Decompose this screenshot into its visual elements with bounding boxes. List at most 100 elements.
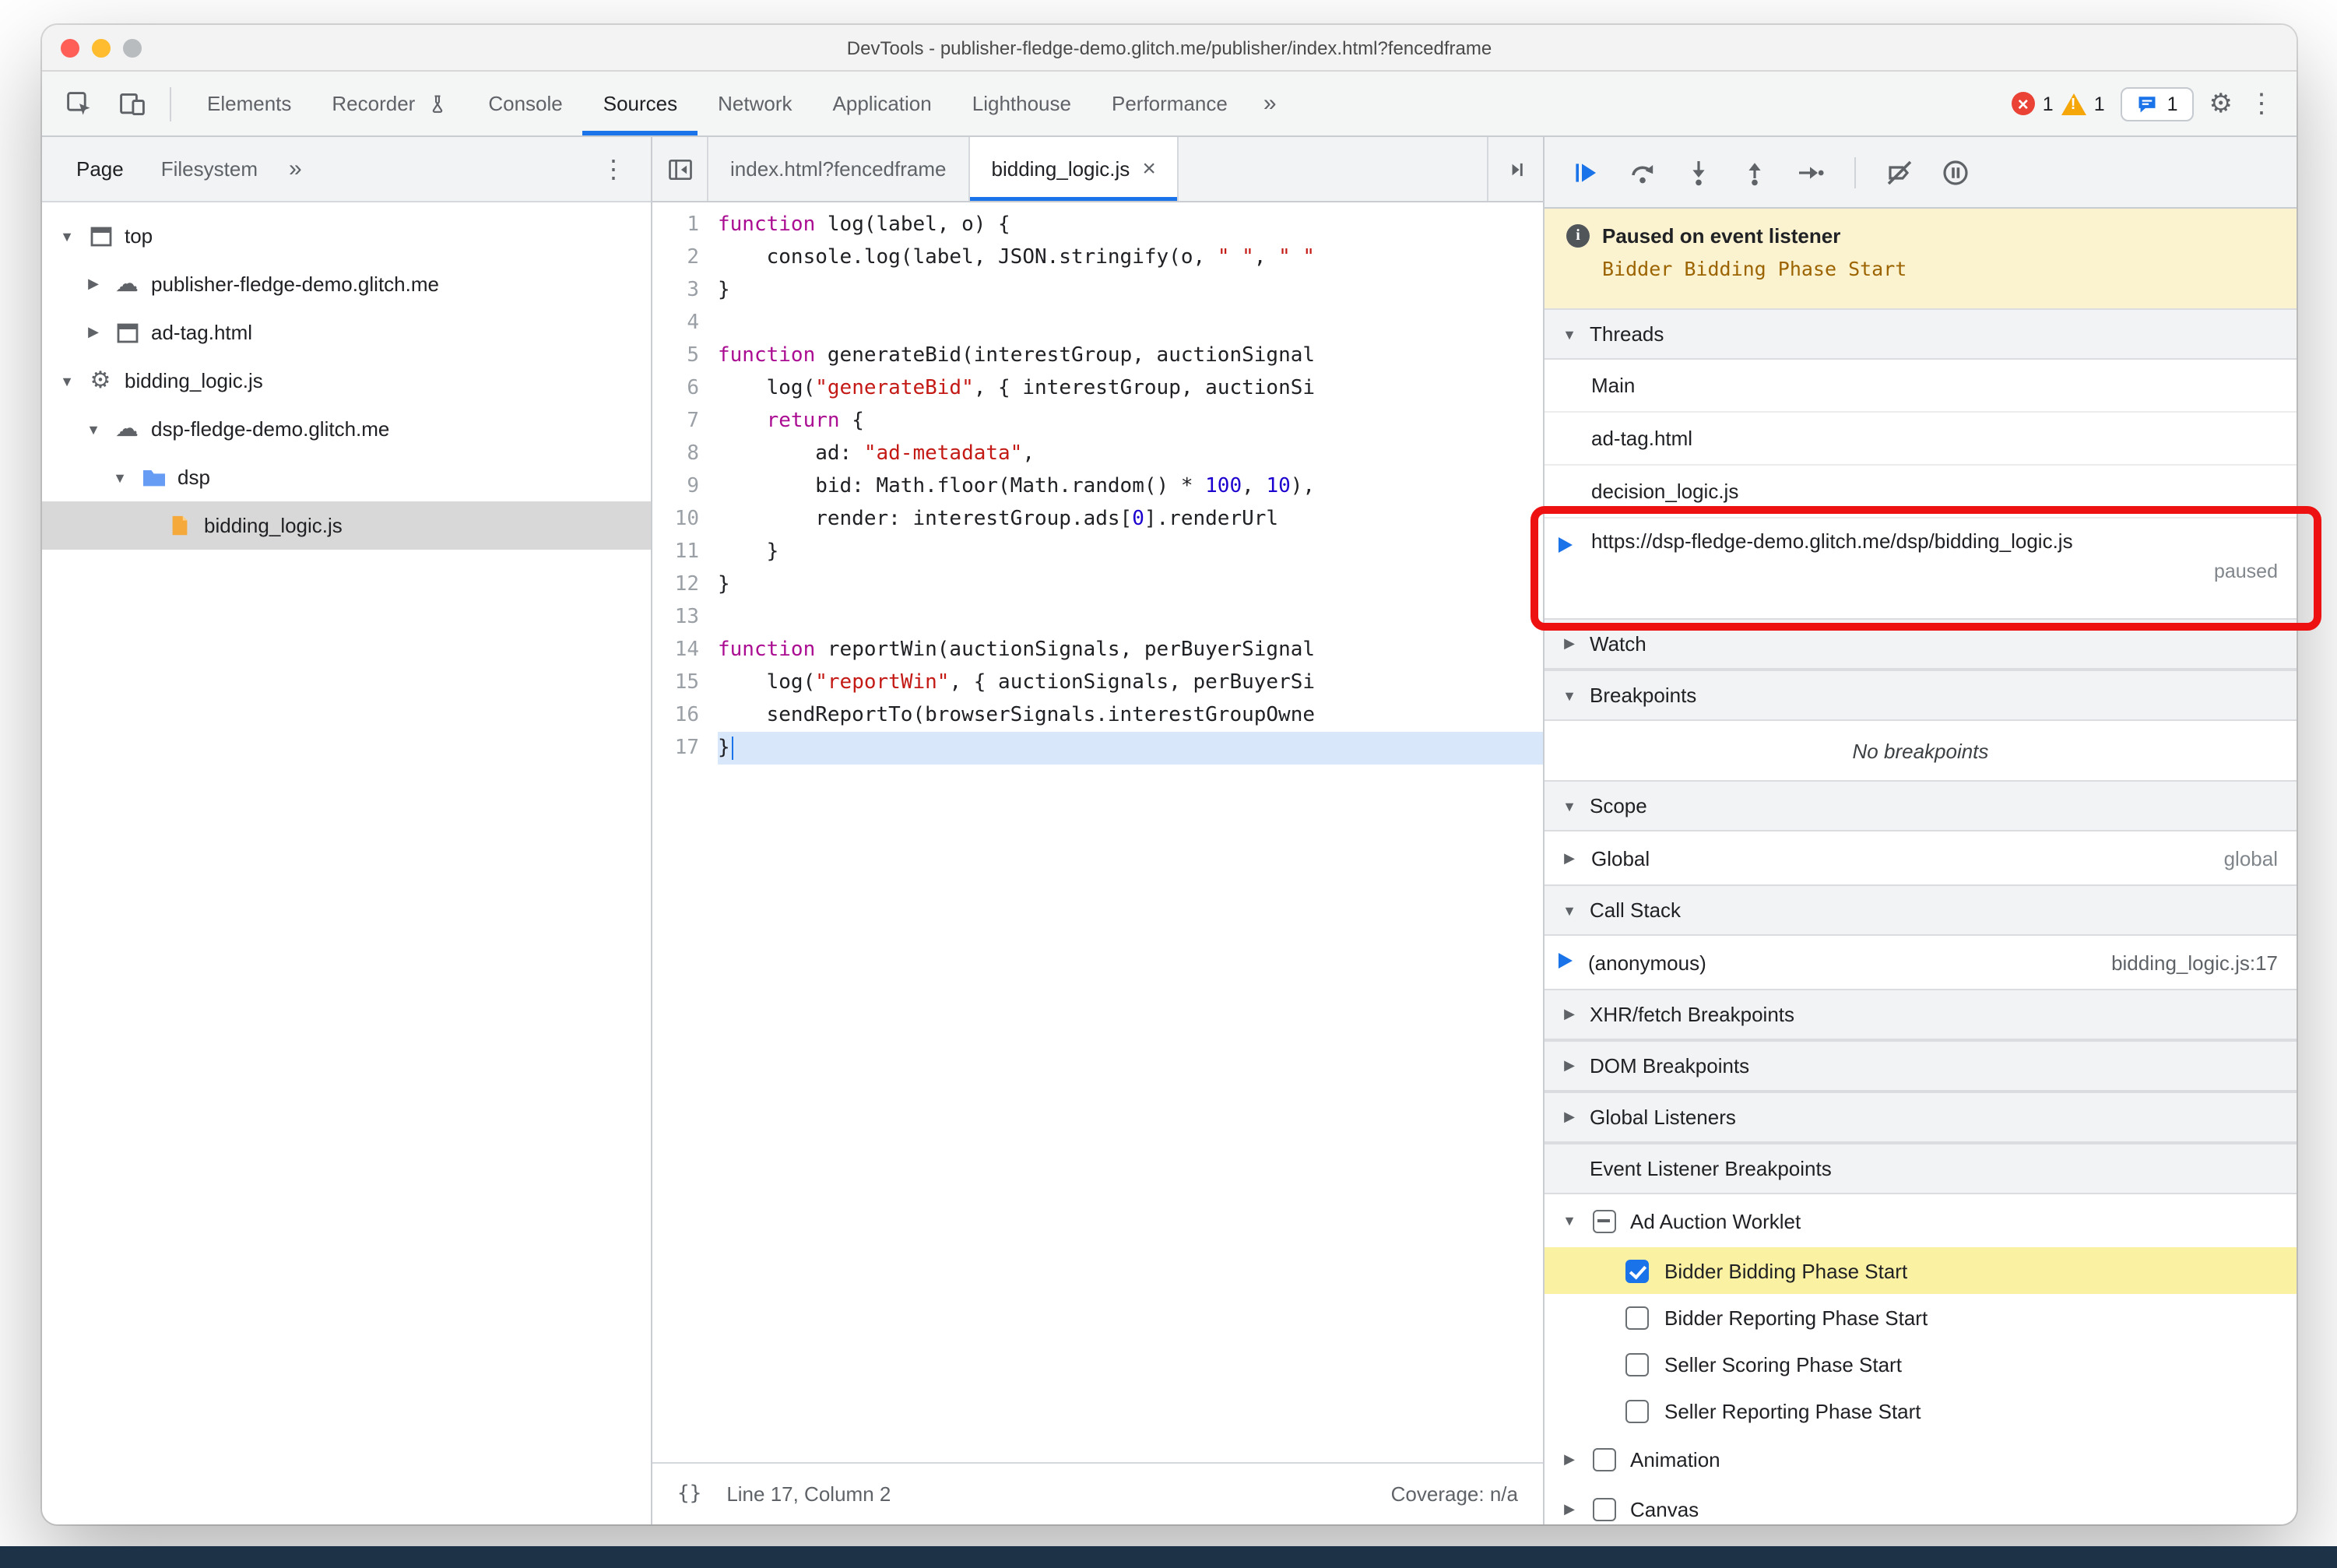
code-text[interactable]: sendReportTo(browserSignals.interestGrou…	[718, 699, 1543, 732]
device-toolbar-button[interactable]	[111, 82, 154, 125]
line-number[interactable]: 10	[652, 503, 718, 536]
code-line[interactable]: 8 ad: "ad-metadata",	[652, 438, 1543, 470]
tab-bidding-logic[interactable]: bidding_logic.js ×	[969, 137, 1179, 201]
global-listeners-section-header[interactable]: ▶ Global Listeners	[1545, 1092, 2297, 1143]
breakpoint-checkbox[interactable]	[1625, 1352, 1649, 1376]
line-number[interactable]: 17	[652, 732, 718, 765]
breakpoints-section-header[interactable]: ▼ Breakpoints	[1545, 670, 2297, 721]
elb-group-animation[interactable]: ▶ Animation	[1545, 1434, 2297, 1484]
tab-recorder[interactable]: Recorder	[311, 72, 468, 135]
tab-network[interactable]: Network	[698, 72, 812, 135]
watch-section-header[interactable]: ▶ Watch	[1545, 618, 2297, 670]
code-text[interactable]: }	[718, 732, 1543, 765]
chevron-right-icon[interactable]: ▶	[84, 324, 103, 341]
line-number[interactable]: 13	[652, 601, 718, 634]
ad-auction-worklet-checkbox[interactable]	[1593, 1209, 1616, 1232]
thread-decision-logic[interactable]: decision_logic.js	[1545, 466, 2297, 519]
elb-item-bidder-reporting-phase-start[interactable]: Bidder Reporting Phase Start	[1545, 1294, 2297, 1341]
tab-page[interactable]: Page	[58, 137, 142, 201]
elb-group-ad-auction-worklet[interactable]: ▼ Ad Auction Worklet	[1545, 1194, 2297, 1247]
tab-performance[interactable]: Performance	[1091, 72, 1248, 135]
code-text[interactable]: function generateBid(interestGroup, auct…	[718, 339, 1543, 372]
code-text[interactable]: }	[718, 536, 1543, 568]
line-number[interactable]: 15	[652, 666, 718, 699]
zoom-window-button[interactable]	[123, 38, 142, 57]
line-number[interactable]: 1	[652, 209, 718, 241]
code-line[interactable]: 17}	[652, 732, 1543, 765]
code-line[interactable]: 16 sendReportTo(browserSignals.interestG…	[652, 699, 1543, 732]
more-panels-button[interactable]: »	[1248, 72, 1292, 135]
canvas-checkbox[interactable]	[1593, 1497, 1616, 1521]
tree-item-top[interactable]: ▼ top	[42, 212, 651, 260]
code-text[interactable]	[718, 601, 1543, 634]
tree-item-publisher-origin[interactable]: ▶ ☁ publisher-fledge-demo.glitch.me	[42, 260, 651, 308]
code-text[interactable]: log("reportWin", { auctionSignals, perBu…	[718, 666, 1543, 699]
more-navigator-tabs-button[interactable]: »	[276, 156, 315, 182]
line-number[interactable]: 9	[652, 470, 718, 503]
code-line[interactable]: 14 function reportWin(auctionSignals, per…	[652, 634, 1543, 666]
resume-button[interactable]	[1563, 149, 1610, 195]
code-line[interactable]: 11 }	[652, 536, 1543, 568]
code-line[interactable]: 13	[652, 601, 1543, 634]
tree-item-dsp-origin[interactable]: ▼ ☁ dsp-fledge-demo.glitch.me	[42, 405, 651, 453]
elb-item-bidder-bidding-phase-start[interactable]: Bidder Bidding Phase Start	[1545, 1247, 2297, 1294]
line-number[interactable]: 4	[652, 307, 718, 339]
elb-group-canvas[interactable]: ▶ Canvas	[1545, 1484, 2297, 1524]
code-text[interactable]: ad: "ad-metadata",	[718, 438, 1543, 470]
chevron-right-icon[interactable]: ▶	[1560, 1500, 1579, 1517]
breakpoint-checkbox[interactable]	[1625, 1259, 1649, 1282]
code-text[interactable]: bid: Math.floor(Math.random() * 100, 10)…	[718, 470, 1543, 503]
step-out-button[interactable]	[1731, 149, 1778, 195]
chevron-right-icon[interactable]: ▶	[1560, 849, 1579, 867]
call-stack-frame-anonymous[interactable]: (anonymous) bidding_logic.js:17	[1545, 936, 2297, 989]
code-line[interactable]: 6 log("generateBid", { interestGroup, au…	[652, 372, 1543, 405]
code-lines[interactable]: 1 function log(label, o) {2 console.log(l…	[652, 202, 1543, 1462]
code-text[interactable]: }	[718, 274, 1543, 307]
chevron-down-icon[interactable]: ▼	[58, 228, 76, 244]
line-number[interactable]: 5	[652, 339, 718, 372]
code-line[interactable]: 3}	[652, 274, 1543, 307]
code-text[interactable]: console.log(label, JSON.stringify(o, " "…	[718, 241, 1543, 274]
chevron-right-icon[interactable]: ▶	[1560, 1450, 1579, 1468]
step-into-button[interactable]	[1675, 149, 1722, 195]
line-number[interactable]: 7	[652, 405, 718, 438]
animation-checkbox[interactable]	[1593, 1447, 1616, 1471]
elb-item-seller-reporting-phase-start[interactable]: Seller Reporting Phase Start	[1545, 1387, 2297, 1434]
step-over-button[interactable]	[1619, 149, 1666, 195]
breakpoint-checkbox[interactable]	[1625, 1306, 1649, 1329]
scope-section-header[interactable]: ▼ Scope	[1545, 780, 2297, 831]
issues-button[interactable]: 1	[2120, 86, 2194, 121]
minimize-window-button[interactable]	[92, 38, 111, 57]
dom-breakpoints-section-header[interactable]: ▶ DOM Breakpoints	[1545, 1040, 2297, 1092]
code-text[interactable]: render: interestGroup.ads[0].renderUrl	[718, 503, 1543, 536]
call-stack-section-header[interactable]: ▼ Call Stack	[1545, 884, 2297, 936]
xhr-breakpoints-section-header[interactable]: ▶ XHR/fetch Breakpoints	[1545, 989, 2297, 1040]
threads-section-header[interactable]: ▼ Threads	[1545, 308, 2297, 360]
scope-global-row[interactable]: ▶ Global global	[1545, 831, 2297, 884]
line-number[interactable]: 12	[652, 568, 718, 601]
thread-bidding-logic-paused[interactable]: https://dsp-fledge-demo.glitch.me/dsp/bi…	[1545, 519, 2297, 618]
next-editor-button[interactable]	[1487, 137, 1543, 201]
toggle-navigator-button[interactable]	[652, 137, 708, 201]
tab-application[interactable]: Application	[813, 72, 952, 135]
code-line[interactable]: 1 function log(label, o) {	[652, 209, 1543, 241]
tree-item-worklet-bidding-logic[interactable]: ▼ ⚙ bidding_logic.js	[42, 357, 651, 405]
main-menu-kebab-icon[interactable]: ⋮	[2248, 90, 2275, 117]
chevron-right-icon[interactable]: ▶	[84, 276, 103, 293]
inspect-element-button[interactable]	[58, 82, 101, 125]
chevron-down-icon[interactable]: ▼	[111, 469, 129, 485]
code-text[interactable]: function reportWin(auctionSignals, perBu…	[718, 634, 1543, 666]
step-button[interactable]	[1787, 149, 1834, 195]
code-text[interactable]	[718, 307, 1543, 339]
code-line[interactable]: 15 log("reportWin", { auctionSignals, pe…	[652, 666, 1543, 699]
line-number[interactable]: 16	[652, 699, 718, 732]
navigator-menu-kebab-icon[interactable]: ⋮	[592, 153, 635, 185]
line-number[interactable]: 14	[652, 634, 718, 666]
code-line[interactable]: 10 render: interestGroup.ads[0].renderUr…	[652, 503, 1543, 536]
code-text[interactable]: }	[718, 568, 1543, 601]
close-tab-icon[interactable]: ×	[1142, 157, 1156, 181]
tree-item-dsp-folder[interactable]: ▼ dsp	[42, 453, 651, 501]
tab-sources[interactable]: Sources	[583, 72, 698, 135]
tab-elements[interactable]: Elements	[187, 72, 311, 135]
code-line[interactable]: 2 console.log(label, JSON.stringify(o, "…	[652, 241, 1543, 274]
